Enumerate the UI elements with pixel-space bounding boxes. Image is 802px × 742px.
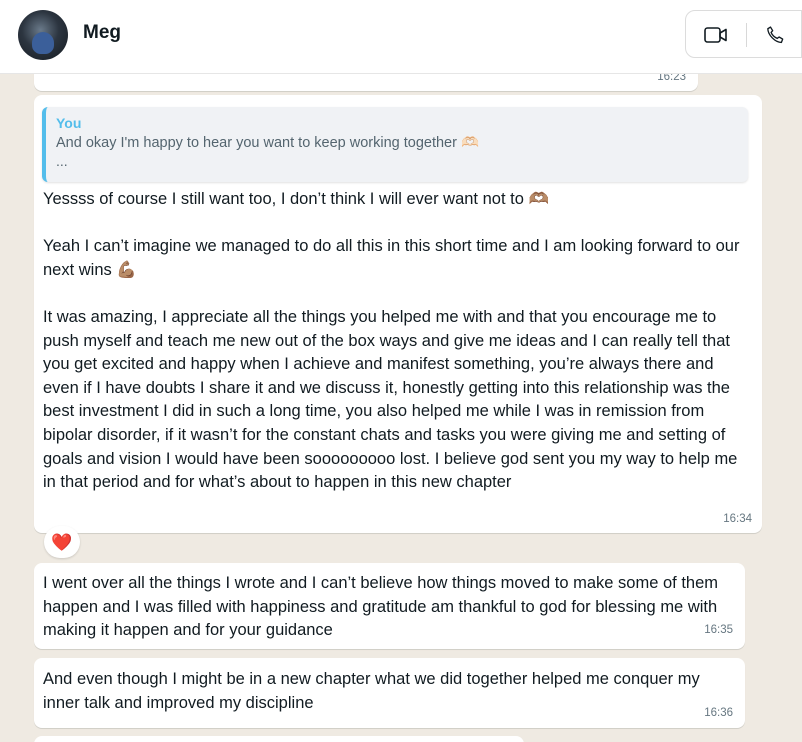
avatar[interactable] [18, 10, 68, 60]
chat-header: Meg [0, 0, 802, 74]
quote-author: You [56, 115, 82, 131]
message-paragraph: It was amazing, I appreciate all the thi… [43, 308, 742, 492]
phone-call-icon [767, 26, 784, 44]
message-bubble[interactable]: I went over all the things I wrote and I… [34, 563, 745, 649]
message-bubble[interactable]: 16:23 [34, 74, 698, 91]
message-timestamp: 16:36 [704, 707, 733, 719]
heart-reaction-icon: ❤️ [51, 532, 73, 552]
quote-text: And okay I'm happy to hear you want to k… [56, 135, 480, 151]
message-timestamp: 16:23 [657, 74, 686, 83]
message-reaction[interactable]: ❤️ [44, 526, 80, 558]
message-bubble[interactable]: And even though I might be in a new chap… [34, 658, 745, 728]
call-buttons-group [685, 10, 802, 58]
message-timestamp: 16:35 [704, 624, 733, 636]
quoted-message[interactable]: You And okay I'm happy to hear you want … [42, 107, 748, 182]
video-call-button[interactable] [702, 21, 730, 49]
message-paragraph: Yessss of course I still want too, I don… [43, 190, 549, 208]
message-text: I went over all the things I wrote and I… [43, 574, 723, 640]
video-call-icon [704, 27, 727, 43]
message-paragraph: Yeah I can’t imagine we managed to do al… [43, 237, 745, 279]
contact-name[interactable]: Meg [83, 22, 121, 44]
message-bubble[interactable]: You And okay I'm happy to hear you want … [34, 95, 762, 533]
voice-call-button[interactable] [761, 21, 789, 49]
message-timestamp: 16:34 [723, 513, 752, 525]
message-text: And even though I might be in a new chap… [43, 670, 705, 712]
chat-area: 16:23 You And okay I'm happy to hear you… [0, 74, 802, 742]
quote-more: ... [56, 153, 68, 169]
call-divider [746, 23, 747, 47]
message-bubble[interactable] [34, 736, 524, 742]
